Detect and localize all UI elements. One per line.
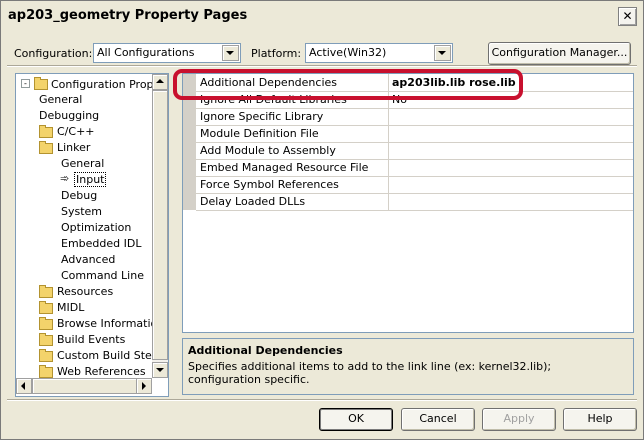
tree-items: General Debugging C/C++ Linker General ➾ Input… [15,73,152,378]
tree-item-label: System [61,205,103,218]
property-pages-dialog: ap203_geometry Property Pages ✕ Configur… [0,0,644,440]
configuration-label: Configuration: [14,47,93,60]
tree-item-label: Embedded IDL [61,237,142,250]
highlight-outline [173,69,523,100]
arrow-icon: ➾ [60,172,70,185]
divider [7,399,637,401]
column-separator [388,159,389,176]
property-name: Module Definition File [200,127,319,140]
tree-item-label: Advanced [61,253,116,266]
property-name: Ignore Specific Library [200,110,324,123]
tree-item-label: General [61,157,105,170]
chevron-right-icon [142,382,146,390]
description-title: Additional Dependencies [188,344,343,357]
folder-icon [39,333,53,346]
property-row[interactable]: Force Symbol References [196,176,633,194]
tree-item-label: Web References [57,365,146,378]
help-button[interactable]: Help [563,408,637,431]
property-name: Force Symbol References [200,178,339,191]
title-bar: ap203_geometry Property Pages ✕ [1,1,643,31]
tree-horizontal-scrollbar[interactable] [16,378,152,394]
scroll-down-button[interactable] [152,362,168,378]
tree-item-label: General [39,93,83,106]
configuration-manager-button[interactable]: Configuration Manager... [488,42,631,65]
tree-vertical-scrollbar[interactable] [152,74,168,378]
column-separator [388,125,389,142]
tree-item-label: MIDL [57,301,85,314]
chevron-left-icon [21,382,25,390]
window-title: ap203_geometry Property Pages [8,8,248,23]
configuration-select[interactable]: All Configurations [93,43,241,63]
configuration-value: All Configurations [97,46,195,59]
folder-icon [39,125,53,138]
tree-item-label: Command Line [61,269,144,282]
column-separator [388,176,389,193]
tree-item-label: Optimization [61,221,132,234]
apply-button[interactable]: Apply [482,408,556,431]
property-row[interactable]: Embed Managed Resource File [196,159,633,177]
column-separator [388,108,389,125]
scroll-right-button[interactable] [136,378,152,394]
description-panel: Additional Dependencies Specifies additi… [182,338,634,395]
property-row[interactable]: Module Definition File [196,125,633,143]
close-button[interactable]: ✕ [618,7,637,26]
property-row[interactable]: Delay Loaded DLLs [196,193,633,211]
property-row[interactable]: Add Module to Assembly [196,142,633,160]
column-separator [388,142,389,159]
property-row[interactable]: Ignore Specific Library [196,108,633,126]
tree-item-label: Browse Information [57,317,152,330]
property-name: Embed Managed Resource File [200,161,369,174]
tree-item-label: Resources [57,285,114,298]
platform-select[interactable]: Active(Win32) [305,43,453,63]
folder-open-icon [39,141,53,154]
folder-icon [39,365,53,378]
tree-item-label: Debug [61,189,98,202]
property-grid: Additional Dependencies ap203lib.lib rose… [182,73,634,333]
tree-item-label: Build Events [57,333,126,346]
folder-icon [39,317,53,330]
description-text: Specifies additional items to add to the… [188,360,552,386]
property-name: Add Module to Assembly [200,144,336,157]
tree-item-label: Linker [57,141,91,154]
platform-value: Active(Win32) [309,46,387,59]
close-icon: ✕ [622,9,633,23]
tree-item-label: C/C++ [57,125,95,138]
scroll-thumb[interactable] [32,378,138,394]
chevron-down-icon[interactable] [222,45,239,61]
chevron-down-icon [156,368,164,372]
platform-label: Platform: [251,47,302,60]
property-name: Delay Loaded DLLs [200,195,306,208]
tree-item-label: Custom Build Step [57,349,152,362]
cancel-button[interactable]: Cancel [401,408,475,431]
scroll-left-button[interactable] [16,378,32,394]
ok-button[interactable]: OK [319,408,393,431]
chevron-up-icon [156,79,164,83]
tree-item-label: Input [73,172,107,187]
folder-icon [39,349,53,362]
divider [7,65,637,67]
tree-item-label: Debugging [39,109,100,122]
scroll-up-button[interactable] [152,74,168,90]
column-separator [388,193,389,210]
folder-icon [39,285,53,298]
chevron-down-icon[interactable] [434,45,451,61]
scroll-thumb[interactable] [152,90,168,360]
folder-icon [39,301,53,314]
